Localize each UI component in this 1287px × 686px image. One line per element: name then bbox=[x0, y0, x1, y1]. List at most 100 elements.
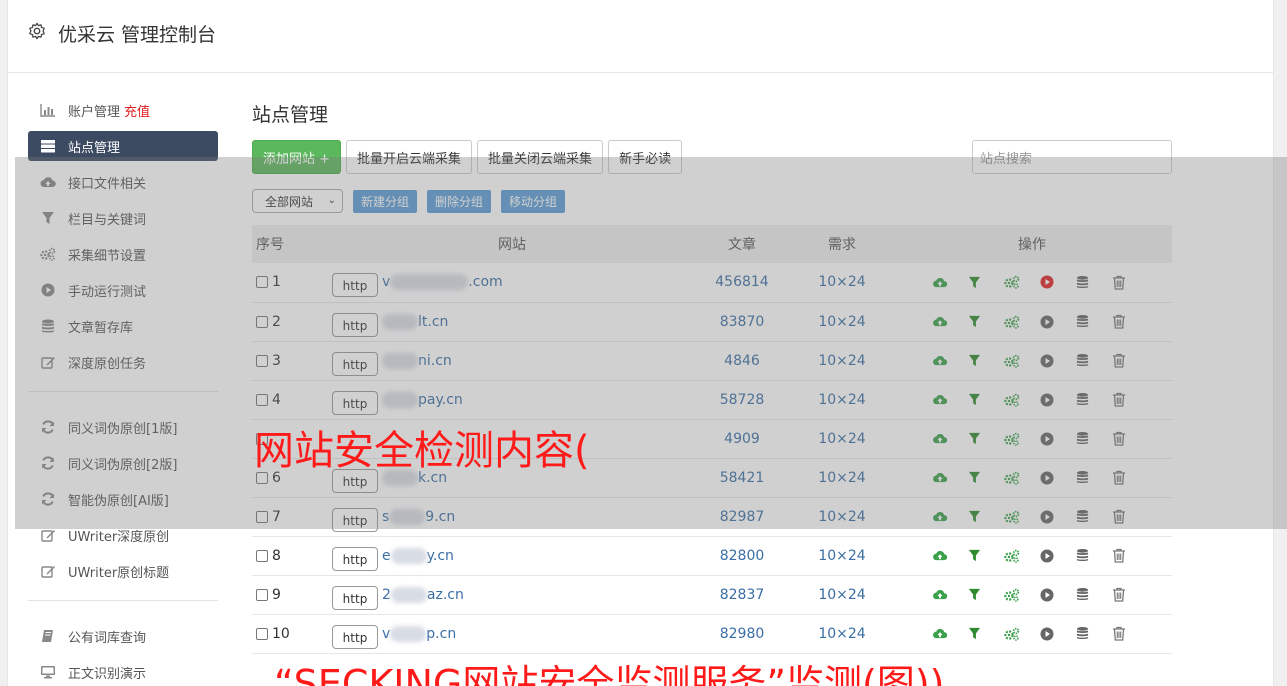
site-domain-suffix[interactable]: ni.cn bbox=[418, 353, 452, 369]
trash-icon[interactable] bbox=[1112, 353, 1148, 369]
trash-icon[interactable] bbox=[1112, 314, 1148, 330]
cell-demand[interactable]: 10×24 bbox=[792, 380, 892, 419]
cell-demand[interactable]: 10×24 bbox=[792, 497, 892, 536]
play-circle-icon[interactable] bbox=[1040, 509, 1076, 525]
cloud-upload-icon[interactable] bbox=[932, 392, 968, 408]
cell-demand[interactable]: 10×24 bbox=[792, 614, 892, 653]
filter-icon[interactable] bbox=[968, 392, 1004, 408]
sidebar-item[interactable]: 手动运行测试 bbox=[28, 275, 218, 305]
sidebar-item[interactable]: 站点管理 bbox=[28, 131, 218, 161]
play-circle-icon[interactable] bbox=[1040, 392, 1076, 408]
filter-icon[interactable] bbox=[968, 587, 1004, 603]
database-icon[interactable] bbox=[1076, 274, 1112, 290]
site-domain-suffix[interactable]: az.cn bbox=[427, 587, 464, 603]
cell-articles[interactable]: 4846 bbox=[692, 341, 792, 380]
trash-icon[interactable] bbox=[1112, 587, 1148, 603]
sidebar-item[interactable]: 公有词库查询 bbox=[28, 621, 218, 651]
cell-demand[interactable]: 10×24 bbox=[792, 341, 892, 380]
cell-demand[interactable]: 10×24 bbox=[792, 263, 892, 302]
cell-articles[interactable]: 58421 bbox=[692, 458, 792, 497]
trash-icon[interactable] bbox=[1112, 431, 1148, 447]
cell-articles[interactable]: 58728 bbox=[692, 380, 792, 419]
cell-demand[interactable]: 10×24 bbox=[792, 536, 892, 575]
trash-icon[interactable] bbox=[1112, 470, 1148, 486]
filter-icon[interactable] bbox=[968, 626, 1004, 642]
row-checkbox[interactable] bbox=[256, 549, 268, 562]
cogs-icon[interactable] bbox=[1004, 314, 1040, 330]
filter-icon[interactable] bbox=[968, 314, 1004, 330]
filter-icon[interactable] bbox=[968, 274, 1004, 290]
sidebar-item[interactable]: 文章暂存库 bbox=[28, 311, 218, 341]
site-domain-prefix[interactable]: s bbox=[382, 509, 389, 525]
database-icon[interactable] bbox=[1076, 431, 1112, 447]
cogs-icon[interactable] bbox=[1004, 353, 1040, 369]
cloud-upload-icon[interactable] bbox=[932, 431, 968, 447]
site-domain-prefix[interactable]: 2 bbox=[382, 587, 391, 603]
play-circle-icon[interactable] bbox=[1040, 353, 1076, 369]
cell-articles[interactable]: 456814 bbox=[692, 263, 792, 302]
database-icon[interactable] bbox=[1076, 587, 1112, 603]
cloud-upload-icon[interactable] bbox=[932, 509, 968, 525]
filter-icon[interactable] bbox=[968, 470, 1004, 486]
trash-icon[interactable] bbox=[1112, 509, 1148, 525]
filter-icon[interactable] bbox=[968, 431, 1004, 447]
row-checkbox[interactable] bbox=[256, 315, 268, 328]
play-circle-icon[interactable] bbox=[1040, 470, 1076, 486]
trash-icon[interactable] bbox=[1112, 392, 1148, 408]
sidebar-item[interactable]: 深度原创任务 bbox=[28, 347, 218, 377]
row-checkbox[interactable] bbox=[256, 276, 268, 289]
trash-icon[interactable] bbox=[1112, 548, 1148, 564]
sidebar-item[interactable]: UWriter深度原创 bbox=[28, 520, 218, 550]
cell-demand[interactable]: 10×24 bbox=[792, 575, 892, 614]
cell-demand[interactable]: 10×24 bbox=[792, 419, 892, 458]
batch-close-cloud-button[interactable]: 批量关闭云端采集 bbox=[477, 140, 604, 174]
site-domain-prefix[interactable]: v bbox=[382, 626, 390, 642]
database-icon[interactable] bbox=[1076, 548, 1112, 564]
guide-button[interactable]: 新手必读 bbox=[608, 140, 683, 174]
cloud-upload-icon[interactable] bbox=[932, 314, 968, 330]
filter-icon[interactable] bbox=[968, 509, 1004, 525]
cloud-upload-icon[interactable] bbox=[932, 548, 968, 564]
cell-demand[interactable]: 10×24 bbox=[792, 302, 892, 341]
site-domain-suffix[interactable]: 9.cn bbox=[425, 509, 455, 525]
database-icon[interactable] bbox=[1076, 470, 1112, 486]
cogs-icon[interactable] bbox=[1004, 626, 1040, 642]
row-checkbox[interactable] bbox=[256, 588, 268, 601]
database-icon[interactable] bbox=[1076, 314, 1112, 330]
row-checkbox[interactable] bbox=[256, 354, 268, 367]
site-domain-prefix[interactable]: e bbox=[382, 548, 391, 564]
database-icon[interactable] bbox=[1076, 509, 1112, 525]
cell-articles[interactable]: 82980 bbox=[692, 614, 792, 653]
site-domain-suffix[interactable]: y.cn bbox=[427, 548, 454, 564]
cell-demand[interactable]: 10×24 bbox=[792, 458, 892, 497]
site-search-input[interactable]: 站点搜索 bbox=[972, 140, 1172, 174]
recharge-link[interactable]: 充值 bbox=[124, 101, 150, 120]
cogs-icon[interactable] bbox=[1004, 509, 1040, 525]
cogs-icon[interactable] bbox=[1004, 470, 1040, 486]
sidebar-item[interactable]: 正文识别演示 bbox=[28, 657, 218, 686]
cell-articles[interactable]: 83870 bbox=[692, 302, 792, 341]
gear-icon[interactable] bbox=[28, 22, 46, 40]
trash-icon[interactable] bbox=[1112, 626, 1148, 642]
sidebar-item[interactable]: 接口文件相关 bbox=[28, 167, 218, 197]
cloud-upload-icon[interactable] bbox=[932, 274, 968, 290]
database-icon[interactable] bbox=[1076, 353, 1112, 369]
site-domain-suffix[interactable]: pay.cn bbox=[418, 392, 463, 408]
cloud-upload-icon[interactable] bbox=[932, 353, 968, 369]
site-domain-suffix[interactable]: lt.cn bbox=[418, 314, 448, 330]
sidebar-item[interactable]: 栏目与关键词 bbox=[28, 203, 218, 233]
add-site-button[interactable]: 添加网站 + bbox=[252, 140, 342, 174]
site-domain-prefix[interactable]: v bbox=[382, 274, 390, 290]
play-circle-icon[interactable] bbox=[1040, 314, 1076, 330]
cogs-icon[interactable] bbox=[1004, 274, 1040, 290]
cloud-upload-icon[interactable] bbox=[932, 470, 968, 486]
play-circle-icon[interactable] bbox=[1040, 548, 1076, 564]
cell-articles[interactable]: 82800 bbox=[692, 536, 792, 575]
sidebar-item[interactable]: 账户管理 充值 bbox=[28, 95, 218, 125]
sidebar-item[interactable]: 同义词伪原创[2版] bbox=[28, 448, 218, 478]
database-icon[interactable] bbox=[1076, 392, 1112, 408]
cloud-upload-icon[interactable] bbox=[932, 626, 968, 642]
row-checkbox[interactable] bbox=[256, 393, 268, 406]
sidebar-item[interactable]: 采集细节设置 bbox=[28, 239, 218, 269]
site-domain-suffix[interactable]: .com bbox=[468, 274, 502, 290]
